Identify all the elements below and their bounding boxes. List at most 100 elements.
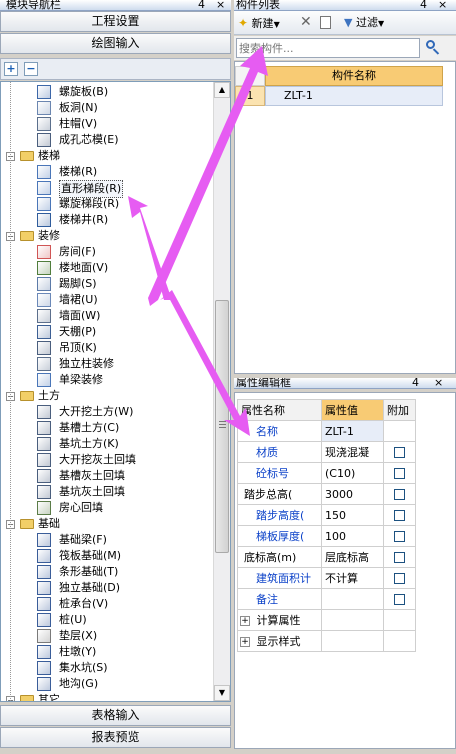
collapse-all-icon[interactable]: −: [24, 62, 38, 76]
props-pin-icon[interactable]: 4: [412, 378, 419, 388]
property-value[interactable]: [321, 588, 384, 610]
attach-checkbox[interactable]: [394, 552, 405, 563]
search-icon[interactable]: [425, 39, 441, 55]
tree-item[interactable]: 垫层(X): [1, 628, 213, 644]
tree-item[interactable]: 条形基础(T): [1, 564, 213, 580]
module-tree[interactable]: 螺旋板(B) 板洞(N) 柱帽(V) 成孔芯模(E) − 楼梯 楼梯(R) 直形梯段(R) 螺旋…: [0, 81, 231, 702]
tree-item[interactable]: 墙面(W): [1, 308, 213, 324]
tree-item[interactable]: 吊顶(K): [1, 340, 213, 356]
tree-item[interactable]: 地沟(G): [1, 676, 213, 692]
tree-item[interactable]: 螺旋板(B): [1, 84, 213, 100]
tree-item[interactable]: 螺旋梯段(R): [1, 196, 213, 212]
expand-all-icon[interactable]: +: [4, 62, 18, 76]
tree-item[interactable]: 楼梯井(R): [1, 212, 213, 228]
filter-button[interactable]: ▼ 过滤▼: [344, 15, 384, 31]
tree-item[interactable]: 基槽土方(C): [1, 420, 213, 436]
close-icon[interactable]: ×: [216, 0, 225, 10]
tree-item[interactable]: 独立柱装修: [1, 356, 213, 372]
expand-display-icon[interactable]: +: [240, 637, 250, 647]
tree-item[interactable]: 房心回填: [1, 500, 213, 516]
property-grid[interactable]: 属性名称 属性值 附加 名称 ZLT-1 材质 现浇混凝 砼标号 (C10) 踏步总高(30…: [234, 392, 456, 749]
component-icon: [37, 325, 51, 339]
property-row[interactable]: 底标高(m) 层底标高: [237, 546, 416, 568]
row-name[interactable]: ZLT-1: [265, 86, 443, 106]
property-row[interactable]: 备注: [237, 588, 416, 610]
tree-folder[interactable]: − 基础: [1, 516, 213, 532]
tree-item[interactable]: 大开挖灰土回填: [1, 452, 213, 468]
attach-checkbox[interactable]: [394, 594, 405, 605]
tree-item[interactable]: 基坑土方(K): [1, 436, 213, 452]
tree-item[interactable]: 基槽灰土回填: [1, 468, 213, 484]
tree-item[interactable]: 柱墩(Y): [1, 644, 213, 660]
tree-item[interactable]: 板洞(N): [1, 100, 213, 116]
tree-item[interactable]: 成孔芯模(E): [1, 132, 213, 148]
property-row[interactable]: 建筑面积计 不计算: [237, 567, 416, 589]
tree-item[interactable]: 基础梁(F): [1, 532, 213, 548]
tree-item[interactable]: 天棚(P): [1, 324, 213, 340]
property-value[interactable]: (C10): [321, 462, 384, 484]
table-row[interactable]: 1 ZLT-1: [235, 86, 455, 106]
tree-item[interactable]: 直形梯段(R): [1, 180, 213, 198]
property-row[interactable]: 踏步总高(3000: [237, 483, 416, 505]
group-calc-row[interactable]: + 计算属性: [237, 609, 416, 631]
property-row[interactable]: 梯板厚度(100: [237, 525, 416, 547]
drawing-input-button[interactable]: 绘图输入: [0, 33, 231, 54]
property-row[interactable]: 砼标号 (C10): [237, 462, 416, 484]
tree-item[interactable]: 楼梯(R): [1, 164, 213, 180]
property-value[interactable]: 100: [321, 525, 384, 547]
tree-item[interactable]: 房间(F): [1, 244, 213, 260]
copy-icon[interactable]: [320, 16, 331, 29]
tree-folder[interactable]: − 土方: [1, 388, 213, 404]
tree-item[interactable]: 集水坑(S): [1, 660, 213, 676]
list-close-icon[interactable]: ×: [438, 0, 447, 10]
pin-icon[interactable]: 4: [198, 0, 205, 10]
search-input[interactable]: [236, 38, 420, 58]
group-display-row[interactable]: + 显示样式: [237, 630, 416, 652]
property-row[interactable]: 材质 现浇混凝: [237, 441, 416, 463]
col-component-name[interactable]: 构件名称: [265, 66, 443, 86]
property-value[interactable]: ZLT-1: [321, 420, 384, 442]
tree-scrollbar[interactable]: ▲ ▼: [213, 82, 230, 701]
tree-folder[interactable]: − 装修: [1, 228, 213, 244]
tree-item[interactable]: 桩(U): [1, 612, 213, 628]
table-input-button[interactable]: 表格输入: [0, 705, 231, 726]
tree-item[interactable]: 基坑灰土回填: [1, 484, 213, 500]
scroll-thumb[interactable]: [215, 300, 229, 553]
scroll-down-icon[interactable]: ▼: [214, 685, 230, 701]
property-value[interactable]: 不计算: [321, 567, 384, 589]
tree-item[interactable]: 单梁装修: [1, 372, 213, 388]
component-list[interactable]: 构件名称 1 ZLT-1: [234, 61, 456, 374]
attach-checkbox[interactable]: [394, 489, 405, 500]
attach-checkbox[interactable]: [394, 447, 405, 458]
attach-checkbox[interactable]: [394, 510, 405, 521]
property-value[interactable]: 150: [321, 504, 384, 526]
attach-checkbox[interactable]: [394, 573, 405, 584]
tree-folder[interactable]: − 其它: [1, 692, 213, 701]
tree-item[interactable]: 筏板基础(M): [1, 548, 213, 564]
tree-item[interactable]: 楼地面(V): [1, 260, 213, 276]
tree-item[interactable]: 柱帽(V): [1, 116, 213, 132]
attach-checkbox[interactable]: [394, 531, 405, 542]
list-pin-icon[interactable]: 4: [420, 0, 427, 10]
group-display-label: 显示样式: [256, 635, 301, 648]
property-value[interactable]: 3000: [321, 483, 384, 505]
scroll-up-icon[interactable]: ▲: [214, 82, 230, 98]
tree-item[interactable]: 桩承台(V): [1, 596, 213, 612]
delete-icon[interactable]: ✕: [300, 14, 312, 30]
new-button[interactable]: ✦ 新建▼: [238, 15, 280, 31]
props-close-icon[interactable]: ×: [434, 378, 443, 388]
property-value[interactable]: 现浇混凝: [321, 441, 384, 463]
attach-checkbox[interactable]: [394, 468, 405, 479]
property-row[interactable]: 名称 ZLT-1: [237, 420, 416, 442]
tree-item[interactable]: 墙裙(U): [1, 292, 213, 308]
property-value[interactable]: 层底标高: [321, 546, 384, 568]
property-row[interactable]: 踏步高度(150: [237, 504, 416, 526]
expand-calc-icon[interactable]: +: [240, 616, 250, 626]
tree-folder[interactable]: − 楼梯: [1, 148, 213, 164]
tree-item[interactable]: 踢脚(S): [1, 276, 213, 292]
report-preview-button[interactable]: 报表预览: [0, 727, 231, 748]
tree-item[interactable]: 大开挖土方(W): [1, 404, 213, 420]
tree-item[interactable]: 独立基础(D): [1, 580, 213, 596]
project-settings-button[interactable]: 工程设置: [0, 11, 231, 32]
component-icon: [37, 117, 51, 131]
